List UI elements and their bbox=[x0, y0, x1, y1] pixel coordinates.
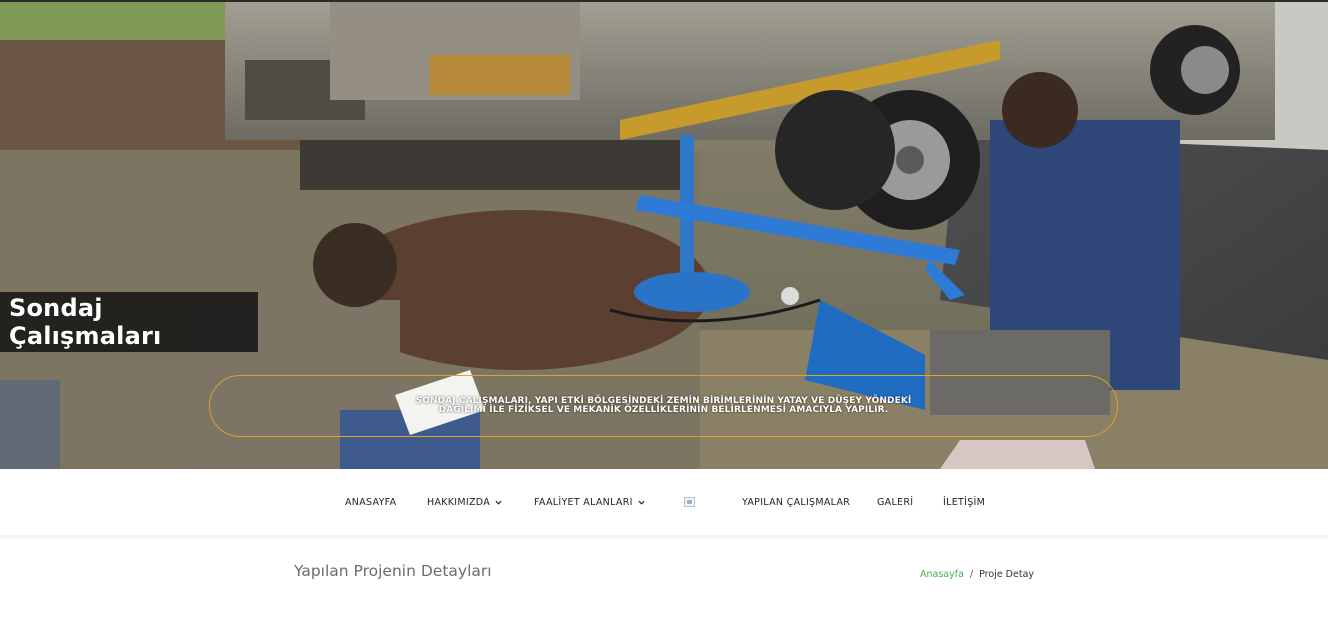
breadcrumb-separator: / bbox=[969, 569, 974, 580]
breadcrumb: Anasayfa / Proje Detay bbox=[920, 569, 1034, 580]
top-border bbox=[0, 0, 1328, 2]
broken-image-icon[interactable] bbox=[684, 497, 695, 507]
nav-item-iletisim[interactable]: İLETİŞİM bbox=[943, 469, 985, 535]
nav-label: ANASAYFA bbox=[345, 496, 397, 508]
nav-label: GALERİ bbox=[877, 496, 914, 508]
chevron-down-icon bbox=[638, 500, 645, 505]
hero-caption-text: SONDAJ ÇALIŞMALARI, YAPI ETKİ BÖLGESİNDE… bbox=[415, 396, 912, 415]
nav-item-anasayfa[interactable]: ANASAYFA bbox=[345, 469, 396, 535]
main-navigation: ANASAYFA HAKKIMIZDA FAALİYET ALANLARI YA… bbox=[0, 469, 1328, 535]
hero-caption: SONDAJ ÇALIŞMALARI, YAPI ETKİ BÖLGESİNDE… bbox=[209, 375, 1118, 437]
breadcrumb-current: Proje Detay bbox=[979, 569, 1035, 580]
nav-label: İLETİŞİM bbox=[943, 496, 986, 508]
nav-item-faaliyet-alanlari[interactable]: FAALİYET ALANLARI bbox=[534, 469, 645, 535]
nav-item-hakkimizda[interactable]: HAKKIMIZDA bbox=[427, 469, 502, 535]
hero-title: Sondaj Çalışmaları bbox=[9, 294, 162, 350]
hero-title-box: Sondaj Çalışmaları bbox=[0, 292, 258, 352]
chevron-down-icon bbox=[495, 500, 502, 505]
breadcrumb-home-link[interactable]: Anasayfa bbox=[920, 569, 964, 580]
nav-label: HAKKIMIZDA bbox=[427, 496, 491, 508]
page-title: Yapılan Projenin Detayları bbox=[294, 562, 492, 580]
nav-item-yapilan-calismalar[interactable]: YAPILAN ÇALIŞMALAR bbox=[742, 469, 850, 535]
nav-label: FAALİYET ALANLARI bbox=[534, 496, 633, 508]
nav-item-galeri[interactable]: GALERİ bbox=[877, 469, 913, 535]
nav-label: YAPILAN ÇALIŞMALAR bbox=[742, 496, 851, 508]
hero-banner: Sondaj Çalışmaları SONDAJ ÇALIŞMALARI, Y… bbox=[0, 0, 1328, 469]
